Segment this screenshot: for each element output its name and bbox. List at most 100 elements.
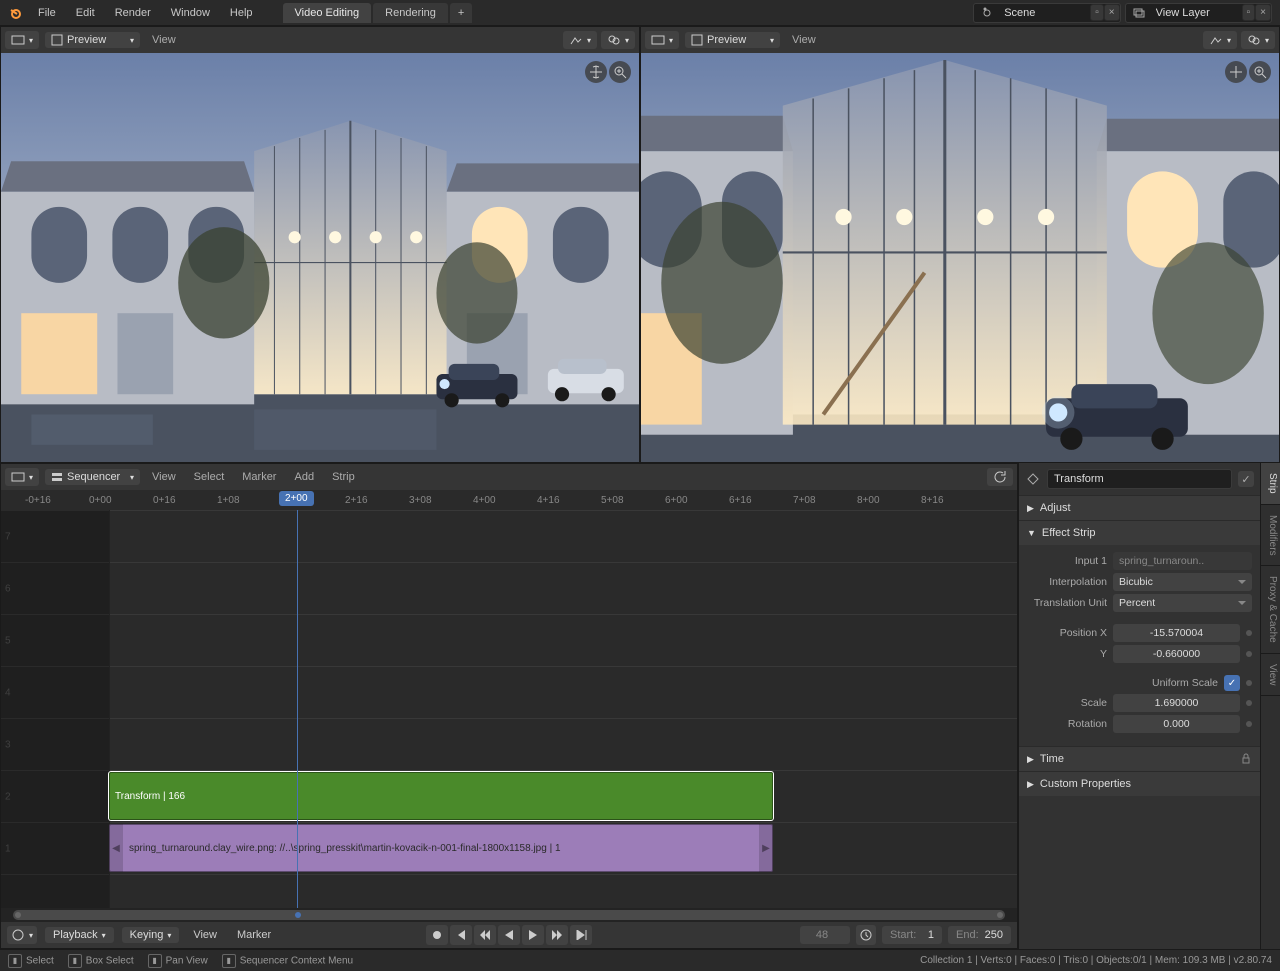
workspace-tab-add[interactable]: + xyxy=(450,3,472,23)
scene-name-input[interactable] xyxy=(1000,7,1090,19)
clock-icon[interactable] xyxy=(856,925,876,945)
current-frame-field[interactable]: 48 xyxy=(800,926,850,944)
blender-logo-icon[interactable] xyxy=(4,1,28,25)
pan-view-icon[interactable] xyxy=(585,61,607,83)
keyframe-dot[interactable] xyxy=(1246,700,1252,706)
preview-right-viewport[interactable] xyxy=(641,53,1279,462)
preview-editor-left: ▾ Preview ▾ View ▾ ▾ xyxy=(0,26,640,463)
playhead-indicator[interactable]: 2+00 xyxy=(279,491,314,506)
preview-menu-view[interactable]: View xyxy=(786,34,822,46)
strip-image[interactable]: ◀ spring_turnaround.clay_wire.png: //..\… xyxy=(109,824,773,872)
ruler-tick: 4+16 xyxy=(537,490,560,510)
preview-left-viewport[interactable] xyxy=(1,53,639,462)
layer-browse-icon[interactable]: ▫ xyxy=(1242,4,1256,21)
layer-icon xyxy=(1126,6,1152,20)
workspace-tab-rendering[interactable]: Rendering xyxy=(373,3,448,23)
jump-prev-keyframe-button[interactable] xyxy=(474,925,496,945)
scene-close-icon[interactable]: × xyxy=(1104,4,1120,21)
strip-handle-left[interactable]: ◀ xyxy=(109,824,123,872)
footer-marker[interactable]: Marker xyxy=(231,929,277,941)
menu-render[interactable]: Render xyxy=(105,0,161,25)
strip-name-field[interactable]: Transform xyxy=(1047,469,1232,489)
timeline-scrollbar[interactable] xyxy=(1,908,1017,922)
section-time[interactable]: ▶Time xyxy=(1019,747,1260,771)
end-frame-field[interactable]: End:250 xyxy=(948,926,1011,944)
position-y-field[interactable]: -0.660000 xyxy=(1113,645,1240,663)
keyframe-dot[interactable] xyxy=(1246,651,1252,657)
interpolation-dropdown[interactable]: Bicubic xyxy=(1113,573,1252,591)
zoom-view-icon[interactable] xyxy=(609,61,631,83)
translation-unit-dropdown[interactable]: Percent xyxy=(1113,594,1252,612)
position-x-field[interactable]: -15.570004 xyxy=(1113,624,1240,642)
display-mode-dropdown[interactable]: ▾ xyxy=(1203,31,1237,49)
tab-view[interactable]: View xyxy=(1261,654,1280,697)
pan-view-icon[interactable] xyxy=(1225,61,1247,83)
refresh-button[interactable] xyxy=(987,468,1013,486)
scene-selector[interactable]: ▫ × xyxy=(973,3,1120,23)
section-effect-strip[interactable]: ▼Effect Strip xyxy=(1019,521,1260,545)
seq-menu-strip[interactable]: Strip xyxy=(326,471,361,483)
status-select: ▮Select xyxy=(8,954,54,968)
uniform-scale-label: Uniform Scale xyxy=(1027,677,1218,689)
zoom-view-icon[interactable] xyxy=(1249,61,1271,83)
playback-dropdown[interactable]: Playback▾ xyxy=(45,927,114,943)
menu-file[interactable]: File xyxy=(28,0,66,25)
keyframe-dot[interactable] xyxy=(1246,680,1252,686)
input1-value: spring_turnaroun.. xyxy=(1113,552,1252,570)
preview-mode-dropdown[interactable]: Preview▾ xyxy=(685,32,780,48)
status-bar: ▮Select ▮Box Select ▮Pan View ▮Sequencer… xyxy=(0,949,1280,971)
seq-menu-add[interactable]: Add xyxy=(288,471,320,483)
preview-menu-view[interactable]: View xyxy=(146,34,182,46)
view-layer-selector[interactable]: ▫ × xyxy=(1125,3,1272,23)
scene-browse-icon[interactable]: ▫ xyxy=(1090,4,1104,21)
section-adjust[interactable]: ▶Adjust xyxy=(1019,496,1260,520)
sequencer-tracks[interactable]: 7 6 5 4 3 2 1 Transform | 166 ◀ spring_t… xyxy=(1,510,1017,908)
strip-handle-right[interactable]: ▶ xyxy=(759,824,773,872)
overlay-dropdown[interactable]: ▾ xyxy=(1241,31,1275,49)
tab-proxy-cache[interactable]: Proxy & Cache xyxy=(1261,566,1280,654)
view-layer-name-input[interactable] xyxy=(1152,7,1242,19)
keyframe-dot[interactable] xyxy=(1246,721,1252,727)
seq-menu-select[interactable]: Select xyxy=(188,471,231,483)
seq-menu-view[interactable]: View xyxy=(146,471,182,483)
uniform-scale-checkbox[interactable]: ✓ xyxy=(1224,675,1240,691)
strip-mute-toggle[interactable]: ✓ xyxy=(1238,471,1254,487)
editor-type-dropdown[interactable]: ▾ xyxy=(645,31,679,49)
jump-next-keyframe-button[interactable] xyxy=(546,925,568,945)
seq-menu-marker[interactable]: Marker xyxy=(236,471,282,483)
scale-field[interactable]: 1.690000 xyxy=(1113,694,1240,712)
playhead-line[interactable] xyxy=(297,510,298,908)
jump-start-button[interactable] xyxy=(450,925,472,945)
auto-key-toggle[interactable] xyxy=(426,925,448,945)
rotation-field[interactable]: 0.000 xyxy=(1113,715,1240,733)
keyframe-dot[interactable] xyxy=(1246,630,1252,636)
workspace-tabs: Video Editing Rendering + xyxy=(283,3,475,23)
tab-modifiers[interactable]: Modifiers xyxy=(1261,505,1280,567)
editor-type-dropdown[interactable]: ▾ xyxy=(5,468,39,486)
overlay-dropdown[interactable]: ▾ xyxy=(601,31,635,49)
mouse-left-icon: ▮ xyxy=(68,954,82,968)
play-button[interactable] xyxy=(522,925,544,945)
play-reverse-button[interactable] xyxy=(498,925,520,945)
keying-dropdown[interactable]: Keying▾ xyxy=(122,927,180,943)
lock-icon[interactable] xyxy=(1240,753,1252,765)
menu-window[interactable]: Window xyxy=(161,0,220,25)
menu-help[interactable]: Help xyxy=(220,0,263,25)
sequencer-mode-dropdown[interactable]: Sequencer▾ xyxy=(45,469,140,485)
ruler-tick: -0+16 xyxy=(25,490,51,510)
strip-transform[interactable]: Transform | 166 xyxy=(109,772,773,820)
start-frame-field[interactable]: Start:1 xyxy=(882,926,942,944)
timeline-ruler[interactable]: -0+16 0+00 0+16 1+08 2+16 3+08 4+00 4+16… xyxy=(1,490,1017,510)
tab-strip[interactable]: Strip xyxy=(1261,463,1280,505)
menu-edit[interactable]: Edit xyxy=(66,0,105,25)
sequence-editor-icon xyxy=(11,470,25,484)
jump-end-button[interactable] xyxy=(570,925,592,945)
workspace-tab-video-editing[interactable]: Video Editing xyxy=(283,3,372,23)
preview-mode-dropdown[interactable]: Preview ▾ xyxy=(45,32,140,48)
display-mode-dropdown[interactable]: ▾ xyxy=(563,31,597,49)
editor-type-dropdown[interactable]: ▾ xyxy=(5,31,39,49)
footer-view[interactable]: View xyxy=(187,929,223,941)
section-custom-properties[interactable]: ▶Custom Properties xyxy=(1019,772,1260,796)
layer-close-icon[interactable]: × xyxy=(1255,4,1271,21)
auto-keying-button[interactable]: ▾ xyxy=(7,926,37,944)
